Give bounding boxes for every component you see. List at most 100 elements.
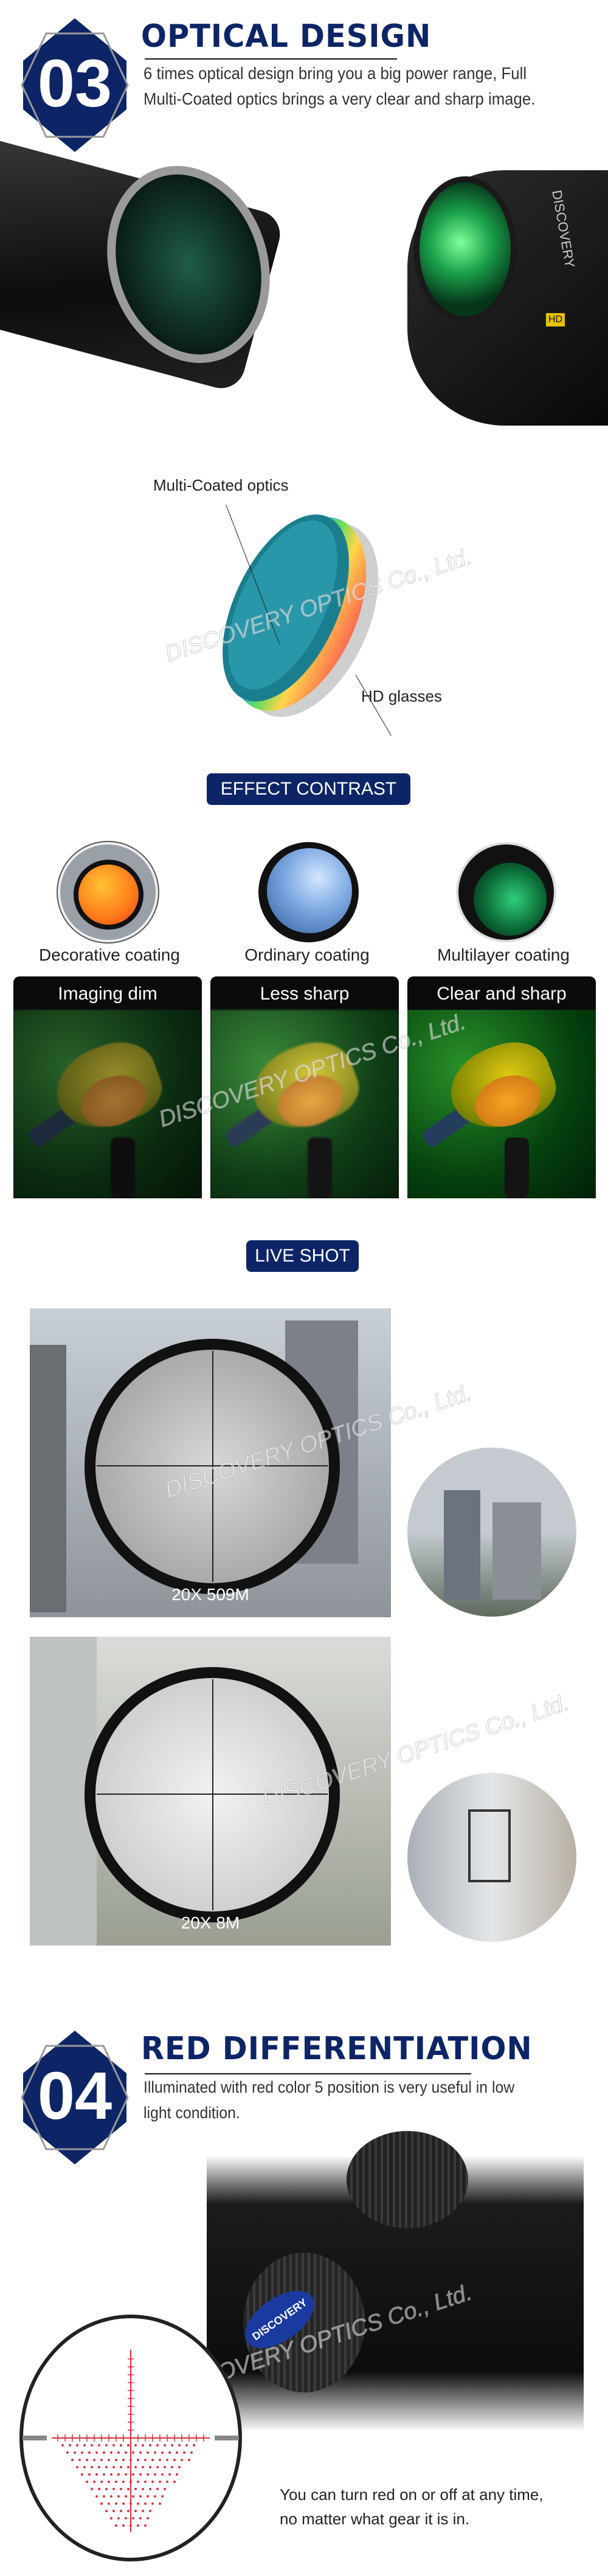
reticle-dot bbox=[171, 2466, 173, 2468]
reticle-dot bbox=[91, 2488, 93, 2490]
reticle-dot bbox=[86, 2481, 88, 2483]
reticle-dot bbox=[149, 2488, 151, 2490]
comparison-panel: Imaging dim bbox=[13, 976, 202, 1198]
reticle-dot bbox=[112, 2466, 115, 2468]
reticle-dot bbox=[61, 2444, 64, 2447]
panel-title: Less sharp bbox=[260, 984, 350, 1004]
reticle-dot bbox=[125, 2473, 127, 2476]
reticle-dot bbox=[91, 2466, 93, 2468]
reticle-dot bbox=[110, 2473, 112, 2476]
reticle-dot bbox=[166, 2459, 168, 2461]
reticle-dot bbox=[144, 2502, 147, 2505]
reticle-dot bbox=[117, 2473, 120, 2476]
reticle-dot bbox=[130, 2459, 132, 2461]
reticle-dot bbox=[161, 2473, 164, 2476]
section-title: RED DIFFERENTIATION bbox=[141, 2031, 533, 2067]
reticle-dot bbox=[132, 2473, 134, 2476]
reticle-dot bbox=[120, 2444, 122, 2447]
reticle-dot bbox=[122, 2524, 125, 2527]
reticle-dot bbox=[154, 2451, 156, 2454]
reticle-dot bbox=[100, 2481, 103, 2483]
reticle-dot bbox=[151, 2459, 154, 2461]
reticle-dot bbox=[134, 2488, 137, 2490]
coating-label: Decorative coating bbox=[39, 945, 180, 964]
multi-coated-label: Multi-Coated optics bbox=[153, 476, 289, 494]
reticle-dot bbox=[166, 2481, 168, 2483]
reticle-dot bbox=[91, 2444, 93, 2447]
reticle-dot bbox=[159, 2481, 161, 2483]
reticle-dot bbox=[108, 2502, 110, 2505]
reticle-dot bbox=[154, 2495, 156, 2498]
reticle-dot bbox=[147, 2473, 149, 2476]
reticle-dot bbox=[120, 2510, 122, 2512]
reticle-dot bbox=[171, 2444, 173, 2447]
reticle-dot bbox=[117, 2495, 120, 2498]
reticle-dot bbox=[144, 2481, 147, 2483]
naked-eye-thumbnail-1 bbox=[407, 1448, 576, 1617]
reticle-dot bbox=[103, 2451, 105, 2454]
effect-contrast-badge: EFFECT CONTRAST bbox=[207, 773, 410, 805]
reticle-dot bbox=[168, 2473, 171, 2476]
reticle-dot bbox=[115, 2481, 117, 2483]
reticle-dot bbox=[120, 2466, 122, 2468]
reticle-dot bbox=[139, 2495, 142, 2498]
coating-label: Ordinary coating bbox=[244, 945, 370, 964]
hd-label: HD bbox=[546, 313, 565, 326]
reticle-dot bbox=[134, 2510, 137, 2512]
reticle-dot bbox=[154, 2473, 156, 2476]
reticle-dot bbox=[190, 2451, 193, 2454]
reticle-dot bbox=[103, 2473, 105, 2476]
reticle-dot bbox=[105, 2488, 108, 2490]
lens-icon-decorative bbox=[58, 842, 158, 942]
reticle-dot bbox=[161, 2495, 164, 2498]
reticle-dot bbox=[151, 2502, 154, 2505]
reticle-dot bbox=[66, 2451, 69, 2454]
coating-label: Multilayer coating bbox=[437, 945, 570, 964]
reticle-dot bbox=[137, 2481, 139, 2483]
reticle-dot bbox=[132, 2451, 134, 2454]
reticle-dot bbox=[176, 2451, 178, 2454]
reticle-dot bbox=[188, 2459, 190, 2461]
reticle-dot bbox=[98, 2466, 100, 2468]
reticle-dot bbox=[132, 2495, 134, 2498]
reticle-dot bbox=[117, 2517, 120, 2519]
reticle-dot bbox=[108, 2459, 110, 2461]
svg-text:03: 03 bbox=[38, 46, 112, 121]
reticle-dot bbox=[110, 2495, 112, 2498]
reticle-dot bbox=[110, 2517, 112, 2519]
reticle-dot bbox=[115, 2502, 117, 2505]
reticle-dot bbox=[125, 2495, 127, 2498]
naked-eye-thumbnail-2 bbox=[407, 1773, 576, 1942]
reticle-dot bbox=[173, 2459, 176, 2461]
reticle-dot bbox=[108, 2481, 110, 2483]
reticle-dot bbox=[130, 2524, 132, 2527]
reticle-dot bbox=[81, 2451, 83, 2454]
reticle-dot bbox=[156, 2444, 159, 2447]
reticle-dot bbox=[142, 2488, 144, 2490]
reticle-dot bbox=[95, 2495, 98, 2498]
reticle-dot bbox=[161, 2451, 164, 2454]
section-description: Illuminated with red color 5 position is… bbox=[143, 2078, 515, 2122]
reticle-dot bbox=[137, 2524, 139, 2527]
lens-icon-multilayer bbox=[456, 842, 556, 942]
reticle-dot bbox=[149, 2466, 151, 2468]
reticle-dot bbox=[147, 2451, 149, 2454]
reticle-dot bbox=[173, 2481, 176, 2483]
reticle-dot bbox=[78, 2459, 81, 2461]
reticle-dot bbox=[134, 2444, 137, 2447]
reticle-dot bbox=[178, 2466, 181, 2468]
svg-text:04: 04 bbox=[38, 2059, 112, 2133]
reticle-dot bbox=[164, 2444, 166, 2447]
reticle-dot bbox=[122, 2459, 125, 2461]
reticle-dot bbox=[125, 2517, 127, 2519]
red-reticle bbox=[19, 2315, 242, 2561]
reticle-dot bbox=[127, 2444, 130, 2447]
reticle-dot bbox=[98, 2444, 100, 2447]
reticle-dot bbox=[147, 2495, 149, 2498]
reticle-dot bbox=[112, 2444, 115, 2447]
reticle-dot bbox=[115, 2524, 117, 2527]
reticle-dot bbox=[139, 2451, 142, 2454]
lens-icon-ordinary bbox=[258, 842, 359, 942]
reticle-dot bbox=[137, 2502, 139, 2505]
reticle-dot bbox=[139, 2473, 142, 2476]
